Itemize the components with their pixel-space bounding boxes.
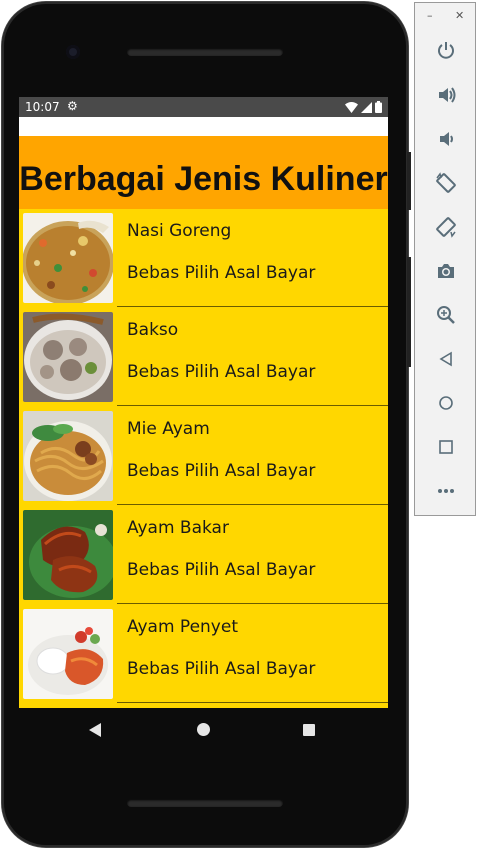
camera-icon[interactable] bbox=[432, 257, 460, 285]
mie-ayam-image bbox=[23, 411, 113, 501]
app-bar bbox=[19, 117, 388, 136]
item-divider bbox=[117, 702, 388, 703]
item-subtitle: Bebas Pilih Asal Bayar bbox=[127, 362, 316, 382]
status-bar: 10:07 ⚙ bbox=[19, 97, 388, 117]
emulator-toolbar: – ✕ bbox=[414, 2, 476, 516]
back-icon[interactable] bbox=[432, 345, 460, 373]
nav-overview-icon[interactable] bbox=[303, 724, 315, 736]
list-item-ayam-bakar[interactable]: Ayam Bakar Bebas Pilih Asal Bayar bbox=[19, 506, 388, 604]
close-icon[interactable]: ✕ bbox=[455, 9, 464, 22]
item-subtitle: Bebas Pilih Asal Bayar bbox=[127, 659, 316, 679]
item-title: Ayam Bakar bbox=[127, 518, 229, 538]
list-item-ayam-penyet[interactable]: Ayam Penyet Bebas Pilih Asal Bayar bbox=[19, 605, 388, 703]
nav-home-icon[interactable] bbox=[197, 723, 210, 736]
overview-icon[interactable] bbox=[432, 433, 460, 461]
list-item-mie-ayam[interactable]: Mie Ayam Bebas Pilih Asal Bayar bbox=[19, 407, 388, 505]
signal-icon bbox=[361, 101, 372, 113]
item-divider bbox=[117, 603, 388, 604]
front-camera bbox=[66, 45, 80, 59]
bottom-speaker bbox=[127, 799, 283, 807]
rotate-left-icon[interactable] bbox=[432, 169, 460, 197]
power-icon[interactable] bbox=[432, 36, 460, 64]
phone-volume-button bbox=[407, 257, 411, 367]
wifi-icon bbox=[345, 101, 358, 113]
item-divider bbox=[117, 504, 388, 505]
food-list[interactable]: Nasi Goreng Bebas Pilih Asal Bayar Bakso… bbox=[19, 209, 388, 708]
nasi-goreng-image bbox=[23, 213, 113, 303]
app-screen: 10:07 ⚙ Berbagai Jenis Kuliner Nasi Gore… bbox=[19, 97, 388, 708]
zoom-icon[interactable] bbox=[432, 301, 460, 329]
phone-side-button bbox=[407, 152, 411, 210]
bakso-image bbox=[23, 312, 113, 402]
item-divider bbox=[117, 306, 388, 307]
home-icon[interactable] bbox=[432, 389, 460, 417]
item-title: Nasi Goreng bbox=[127, 221, 232, 241]
item-subtitle: Bebas Pilih Asal Bayar bbox=[127, 263, 316, 283]
item-title: Ayam Penyet bbox=[127, 617, 238, 637]
more-icon[interactable] bbox=[432, 477, 460, 505]
status-icons bbox=[345, 101, 382, 113]
item-title: Mie Ayam bbox=[127, 419, 210, 439]
list-item-nasi-goreng[interactable]: Nasi Goreng Bebas Pilih Asal Bayar bbox=[19, 209, 388, 307]
volume-up-icon[interactable] bbox=[432, 81, 460, 109]
settings-icon: ⚙ bbox=[67, 99, 78, 113]
nav-back-icon[interactable] bbox=[89, 723, 101, 737]
ayam-bakar-image bbox=[23, 510, 113, 600]
volume-down-icon[interactable] bbox=[432, 125, 460, 153]
page-title: Berbagai Jenis Kuliner bbox=[19, 160, 388, 198]
list-item-bakso[interactable]: Bakso Bebas Pilih Asal Bayar bbox=[19, 308, 388, 406]
navigation-bar bbox=[19, 708, 388, 754]
earpiece-speaker bbox=[127, 48, 283, 56]
rotate-right-icon[interactable] bbox=[432, 213, 460, 241]
minimize-icon[interactable]: – bbox=[427, 9, 433, 22]
battery-icon bbox=[375, 101, 382, 113]
status-time: 10:07 bbox=[25, 100, 60, 114]
item-divider bbox=[117, 405, 388, 406]
page-header: Berbagai Jenis Kuliner bbox=[19, 136, 388, 209]
item-subtitle: Bebas Pilih Asal Bayar bbox=[127, 560, 316, 580]
ayam-penyet-image bbox=[23, 609, 113, 699]
item-subtitle: Bebas Pilih Asal Bayar bbox=[127, 461, 316, 481]
item-title: Bakso bbox=[127, 320, 179, 340]
